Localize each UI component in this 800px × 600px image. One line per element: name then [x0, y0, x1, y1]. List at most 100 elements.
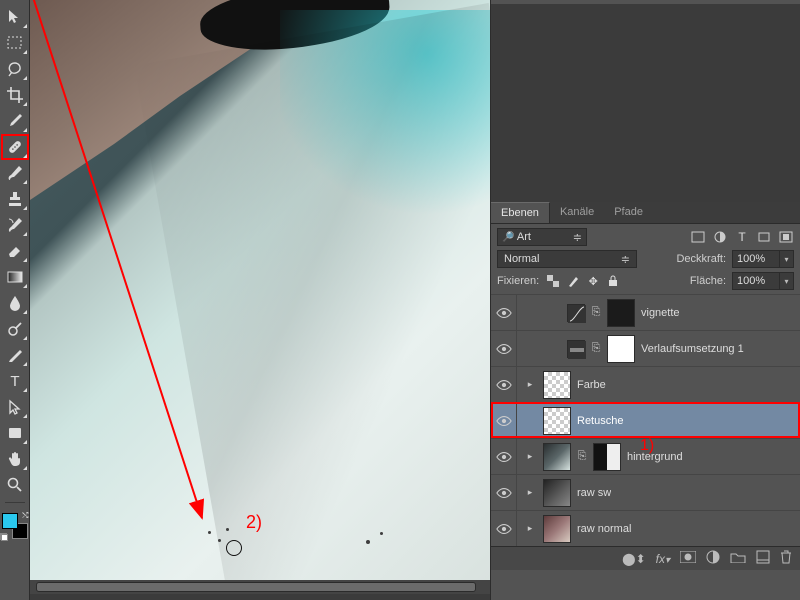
lock-transparency-icon[interactable] — [545, 273, 561, 289]
layer-name[interactable]: Verlaufsumsetzung 1 — [641, 343, 744, 355]
fill-field[interactable]: 100% — [732, 272, 780, 290]
layer-row-farbe[interactable]: ▸ Farbe — [491, 366, 800, 402]
layer-visibility-toggle[interactable] — [491, 403, 517, 438]
layer-visibility-toggle[interactable] — [491, 331, 517, 366]
adjustment-icon — [567, 304, 585, 322]
move-tool[interactable] — [2, 5, 28, 29]
filter-smart-icon[interactable] — [778, 230, 794, 244]
crop-tool[interactable] — [2, 83, 28, 107]
layer-expand-toggle[interactable]: ▸ — [523, 487, 537, 498]
blend-mode-dropdown[interactable]: Normal≑ — [497, 250, 637, 268]
blur-tool[interactable] — [2, 291, 28, 315]
layer-mask-thumbnail[interactable] — [607, 299, 635, 327]
lasso-tool[interactable] — [2, 57, 28, 81]
dodge-tool[interactable] — [2, 317, 28, 341]
healing-brush-tool[interactable] — [2, 135, 28, 159]
filter-pixel-icon[interactable] — [690, 230, 706, 244]
zoom-tool[interactable] — [2, 473, 28, 497]
document-canvas[interactable]: 2) — [30, 0, 490, 580]
annotation-label-2: 2) — [246, 512, 262, 533]
layer-name[interactable]: Farbe — [577, 379, 606, 391]
tools-panel: T⤭ — [0, 0, 30, 600]
hand-tool[interactable] — [2, 447, 28, 471]
right-panel-dock: Ebenen Kanäle Pfade 🔎 Art≑ T Normal≑ Dec… — [490, 0, 800, 600]
layer-visibility-toggle[interactable] — [491, 367, 517, 402]
layer-thumbnail[interactable] — [543, 371, 571, 399]
path-select-tool[interactable] — [2, 395, 28, 419]
tab-paths[interactable]: Pfade — [604, 202, 653, 223]
filter-type-icon[interactable]: T — [734, 230, 750, 244]
filter-shape-icon[interactable] — [756, 230, 772, 244]
layer-expand-toggle[interactable]: ▸ — [523, 523, 537, 534]
delete-layer-icon[interactable] — [780, 550, 792, 567]
lock-all-icon[interactable] — [605, 273, 621, 289]
navigator-panel — [491, 4, 800, 202]
add-adjustment-icon[interactable] — [706, 550, 720, 567]
brush-tool[interactable] — [2, 161, 28, 185]
foreground-color-swatch[interactable] — [2, 513, 18, 529]
layer-link-icon: ⎘ — [591, 342, 601, 355]
canvas-scrollbar-horizontal[interactable] — [30, 580, 490, 594]
layers-panel-footer: ⬤⬍ fx▾ — [491, 546, 800, 570]
layer-thumbnail[interactable] — [543, 515, 571, 543]
layer-filter-dropdown[interactable]: 🔎 Art≑ — [497, 228, 587, 246]
layer-expand-toggle[interactable]: ▸ — [523, 451, 537, 462]
layer-expand-toggle[interactable]: ▸ — [523, 379, 537, 390]
layer-row-retusche[interactable]: Retusche — [491, 402, 800, 438]
panel-tab-bar: Ebenen Kanäle Pfade — [491, 202, 800, 224]
layers-list: ⎘ vignette ⎘ Verlaufsumsetzung 1 ▸ Farbe Retus… — [491, 294, 800, 546]
default-colors-icon[interactable] — [0, 533, 8, 541]
layer-row-vignette[interactable]: ⎘ vignette — [491, 294, 800, 330]
eyedropper-tool[interactable] — [2, 109, 28, 133]
layer-row-rawsw[interactable]: ▸ raw sw — [491, 474, 800, 510]
color-swatches[interactable]: ⤭ — [2, 513, 28, 539]
svg-text:T: T — [10, 373, 19, 390]
layer-name[interactable]: raw sw — [577, 487, 611, 499]
layer-visibility-toggle[interactable] — [491, 511, 517, 546]
gradient-tool[interactable] — [2, 265, 28, 289]
layer-mask-thumbnail[interactable] — [593, 443, 621, 471]
swap-colors-icon[interactable]: ⤭ — [22, 511, 28, 521]
adjustment-icon — [567, 340, 585, 358]
layers-panel-options: 🔎 Art≑ T Normal≑ Deckkraft: 100% ▾ Fixie… — [491, 224, 800, 294]
type-tool[interactable]: T — [2, 369, 28, 393]
opacity-flyout[interactable]: ▾ — [780, 250, 794, 268]
layer-row-verlauf[interactable]: ⎘ Verlaufsumsetzung 1 — [491, 330, 800, 366]
layer-thumbnail[interactable] — [543, 479, 571, 507]
marquee-tool[interactable] — [2, 31, 28, 55]
layer-visibility-toggle[interactable] — [491, 475, 517, 510]
lock-pixels-icon[interactable] — [565, 273, 581, 289]
lock-position-icon[interactable]: ✥ — [585, 273, 601, 289]
annotation-label-1: 1) — [640, 437, 654, 455]
eraser-tool[interactable] — [2, 239, 28, 263]
layer-name[interactable]: Retusche — [577, 415, 623, 427]
shape-tool[interactable] — [2, 421, 28, 445]
pen-tool[interactable] — [2, 343, 28, 367]
new-layer-icon[interactable] — [756, 550, 770, 567]
tab-layers[interactable]: Ebenen — [491, 202, 550, 223]
layer-visibility-toggle[interactable] — [491, 295, 517, 330]
layer-thumbnail[interactable] — [543, 443, 571, 471]
link-layers-icon[interactable]: ⬤⬍ — [622, 552, 645, 566]
add-mask-icon[interactable] — [680, 551, 696, 566]
filter-adjustment-icon[interactable] — [712, 230, 728, 244]
clone-stamp-tool[interactable] — [2, 187, 28, 211]
layer-name[interactable]: raw normal — [577, 523, 631, 535]
layer-row-rawnormal[interactable]: ▸ raw normal — [491, 510, 800, 546]
layer-name[interactable]: vignette — [641, 307, 680, 319]
layer-link-icon: ⎘ — [577, 450, 587, 463]
fill-flyout[interactable]: ▾ — [780, 272, 794, 290]
opacity-label: Deckkraft: — [676, 253, 726, 265]
layer-thumbnail[interactable] — [543, 407, 571, 435]
lock-label: Fixieren: — [497, 275, 539, 287]
layer-fx-icon[interactable]: fx▾ — [656, 552, 670, 566]
layer-mask-thumbnail[interactable] — [607, 335, 635, 363]
layer-name[interactable]: hintergrund — [627, 451, 683, 463]
tab-channels[interactable]: Kanäle — [550, 202, 604, 223]
new-group-icon[interactable] — [730, 551, 746, 566]
layer-link-icon: ⎘ — [591, 306, 601, 319]
history-brush-tool[interactable] — [2, 213, 28, 237]
brush-cursor-indicator — [226, 540, 242, 556]
opacity-field[interactable]: 100% — [732, 250, 780, 268]
layer-visibility-toggle[interactable] — [491, 439, 517, 474]
